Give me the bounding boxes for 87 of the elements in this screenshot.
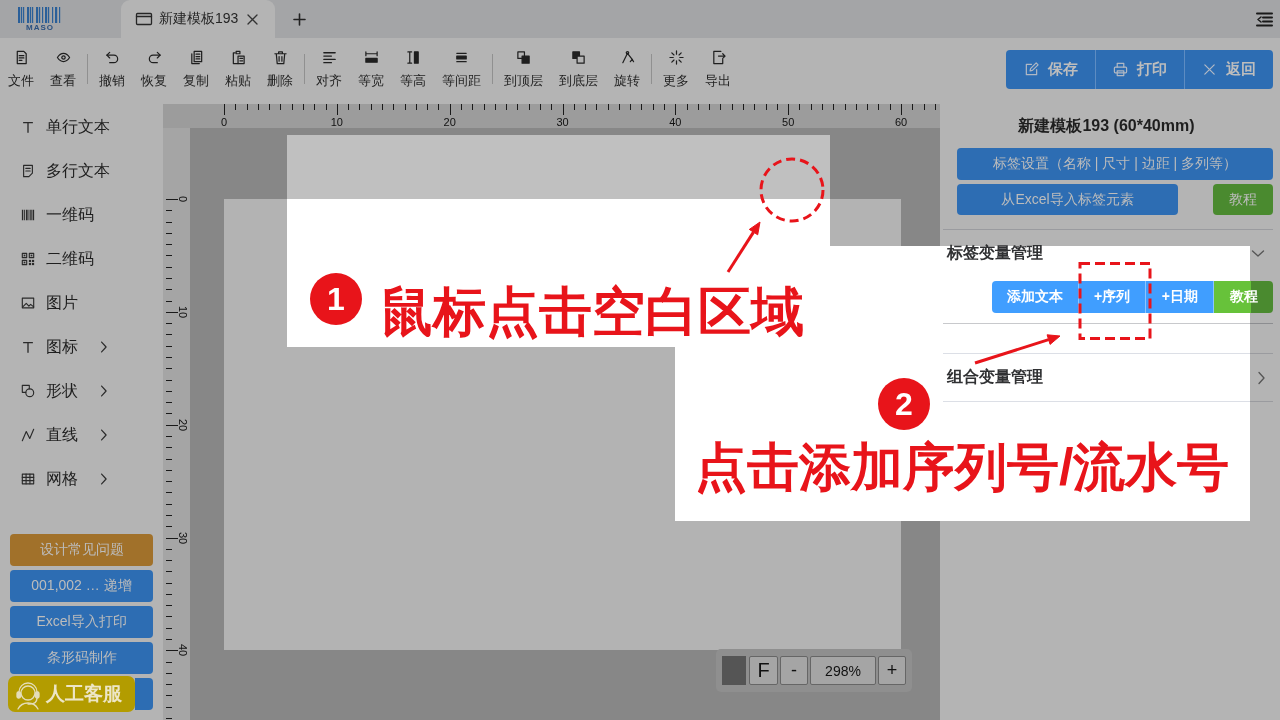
chevron-right-icon [98, 384, 107, 398]
toolbar-button[interactable]: 删除 [259, 38, 301, 100]
sidebar-item[interactable]: 形状 [0, 369, 163, 413]
toolbar-button[interactable]: 导出 [697, 38, 739, 100]
toolbar-button[interactable]: 粘贴 [217, 38, 259, 100]
rotate-icon [619, 49, 635, 65]
toolbar-button[interactable]: 撤销 [91, 38, 133, 100]
sidebar-item[interactable]: 二维码 [0, 237, 163, 281]
annotation-text: 鼠标点击空白区域 [380, 281, 804, 343]
logo-text: MASO [26, 22, 54, 32]
equal-width-icon [363, 49, 379, 65]
shapes-icon [21, 384, 35, 398]
barcode-logo-icon [18, 6, 62, 23]
qr-code-icon [21, 252, 35, 266]
fit-button[interactable]: F [749, 656, 778, 685]
clipboard-icon [230, 49, 246, 65]
text-icon [21, 340, 35, 354]
annotation-text: 点击添加序列号/流水号 [695, 437, 1230, 498]
sidebar-item[interactable]: 图片 [0, 281, 163, 325]
grid-icon [21, 472, 35, 486]
toolbar-button[interactable]: 复制 [175, 38, 217, 100]
arrow [726, 221, 761, 273]
ruler-label: 20 [177, 418, 189, 431]
step-marker: 1 [310, 273, 362, 325]
undo-icon [104, 49, 120, 65]
ruler-label: 40 [669, 116, 682, 128]
align-left-icon [321, 49, 337, 65]
sidebar-item[interactable]: 直线 [0, 413, 163, 457]
step-marker: 2 [878, 378, 930, 430]
sidebar-item[interactable]: 图标 [0, 325, 163, 369]
equal-height-icon [405, 49, 421, 65]
line-icon [21, 428, 35, 442]
printer-icon [1113, 61, 1128, 77]
section-header[interactable]: 组合变量管理 [943, 354, 1273, 401]
color-swatch-icon[interactable] [722, 656, 746, 685]
section-header[interactable]: 标签变量管理 [943, 230, 1273, 277]
zoom-field[interactable]: 298% [810, 656, 876, 685]
panel-title: 新建模板193 (60*40mm) [1017, 116, 1196, 136]
toolbar-button[interactable]: 到底层 [551, 38, 606, 100]
redo-icon [146, 49, 162, 65]
toolbar-button[interactable]: 等间距 [434, 38, 489, 100]
trash-icon [272, 49, 288, 65]
ruler-label: 0 [220, 116, 228, 128]
ruler-label: 0 [177, 195, 189, 203]
toolbar-button[interactable]: 等高 [392, 38, 434, 100]
sidebar-item[interactable]: 单行文本 [0, 105, 163, 149]
close-icon[interactable] [246, 12, 259, 26]
sparkle-icon [668, 49, 684, 65]
ruler-label: 60 [894, 116, 908, 128]
ruler-label: 10 [330, 116, 343, 128]
barcode-icon [21, 208, 35, 222]
image-icon [21, 296, 35, 310]
highlight-circle [759, 157, 825, 223]
tab[interactable]: 新建模板193 [121, 0, 275, 38]
ruler-label: 40 [177, 644, 189, 657]
chevron-right-icon [98, 428, 107, 442]
chevron-right-icon [98, 340, 107, 354]
export-icon [710, 49, 726, 65]
ruler-label: 20 [443, 116, 456, 128]
document-icon [21, 164, 35, 178]
zoom-out-button[interactable]: - [780, 656, 808, 685]
plus-icon[interactable] [293, 12, 306, 26]
toolbar-button[interactable]: 旋转 [606, 38, 648, 100]
text-icon [21, 120, 35, 134]
back-layer-icon [571, 49, 586, 65]
ruler-label: 30 [556, 116, 569, 128]
sidebar-item[interactable]: 一维码 [0, 193, 163, 237]
toolbar-button[interactable]: 查看 [42, 38, 84, 100]
zoom-in-button[interactable]: + [878, 656, 906, 685]
sidebar-item[interactable]: 网格 [0, 457, 163, 501]
sidebar-item[interactable]: 多行文本 [0, 149, 163, 193]
toolbar-button[interactable]: 文件 [0, 38, 42, 100]
toolbar-button[interactable]: 对齐 [308, 38, 350, 100]
toolbar-button[interactable]: 等宽 [350, 38, 392, 100]
front-layer-icon [516, 49, 531, 65]
ruler-label: 50 [782, 116, 795, 128]
copy-icon [188, 49, 204, 65]
ruler-label: 10 [177, 305, 189, 318]
ruler-label: 30 [177, 531, 189, 544]
window-icon [135, 12, 153, 26]
toolbar-button[interactable]: 恢复 [133, 38, 175, 100]
close-icon [1202, 61, 1217, 77]
chevron-right-icon [98, 472, 107, 486]
toolbar-button[interactable]: 到顶层 [496, 38, 551, 100]
menu-icon[interactable] [1256, 11, 1273, 27]
toolbar-button[interactable]: 更多 [655, 38, 697, 100]
edit-icon [1023, 61, 1039, 77]
